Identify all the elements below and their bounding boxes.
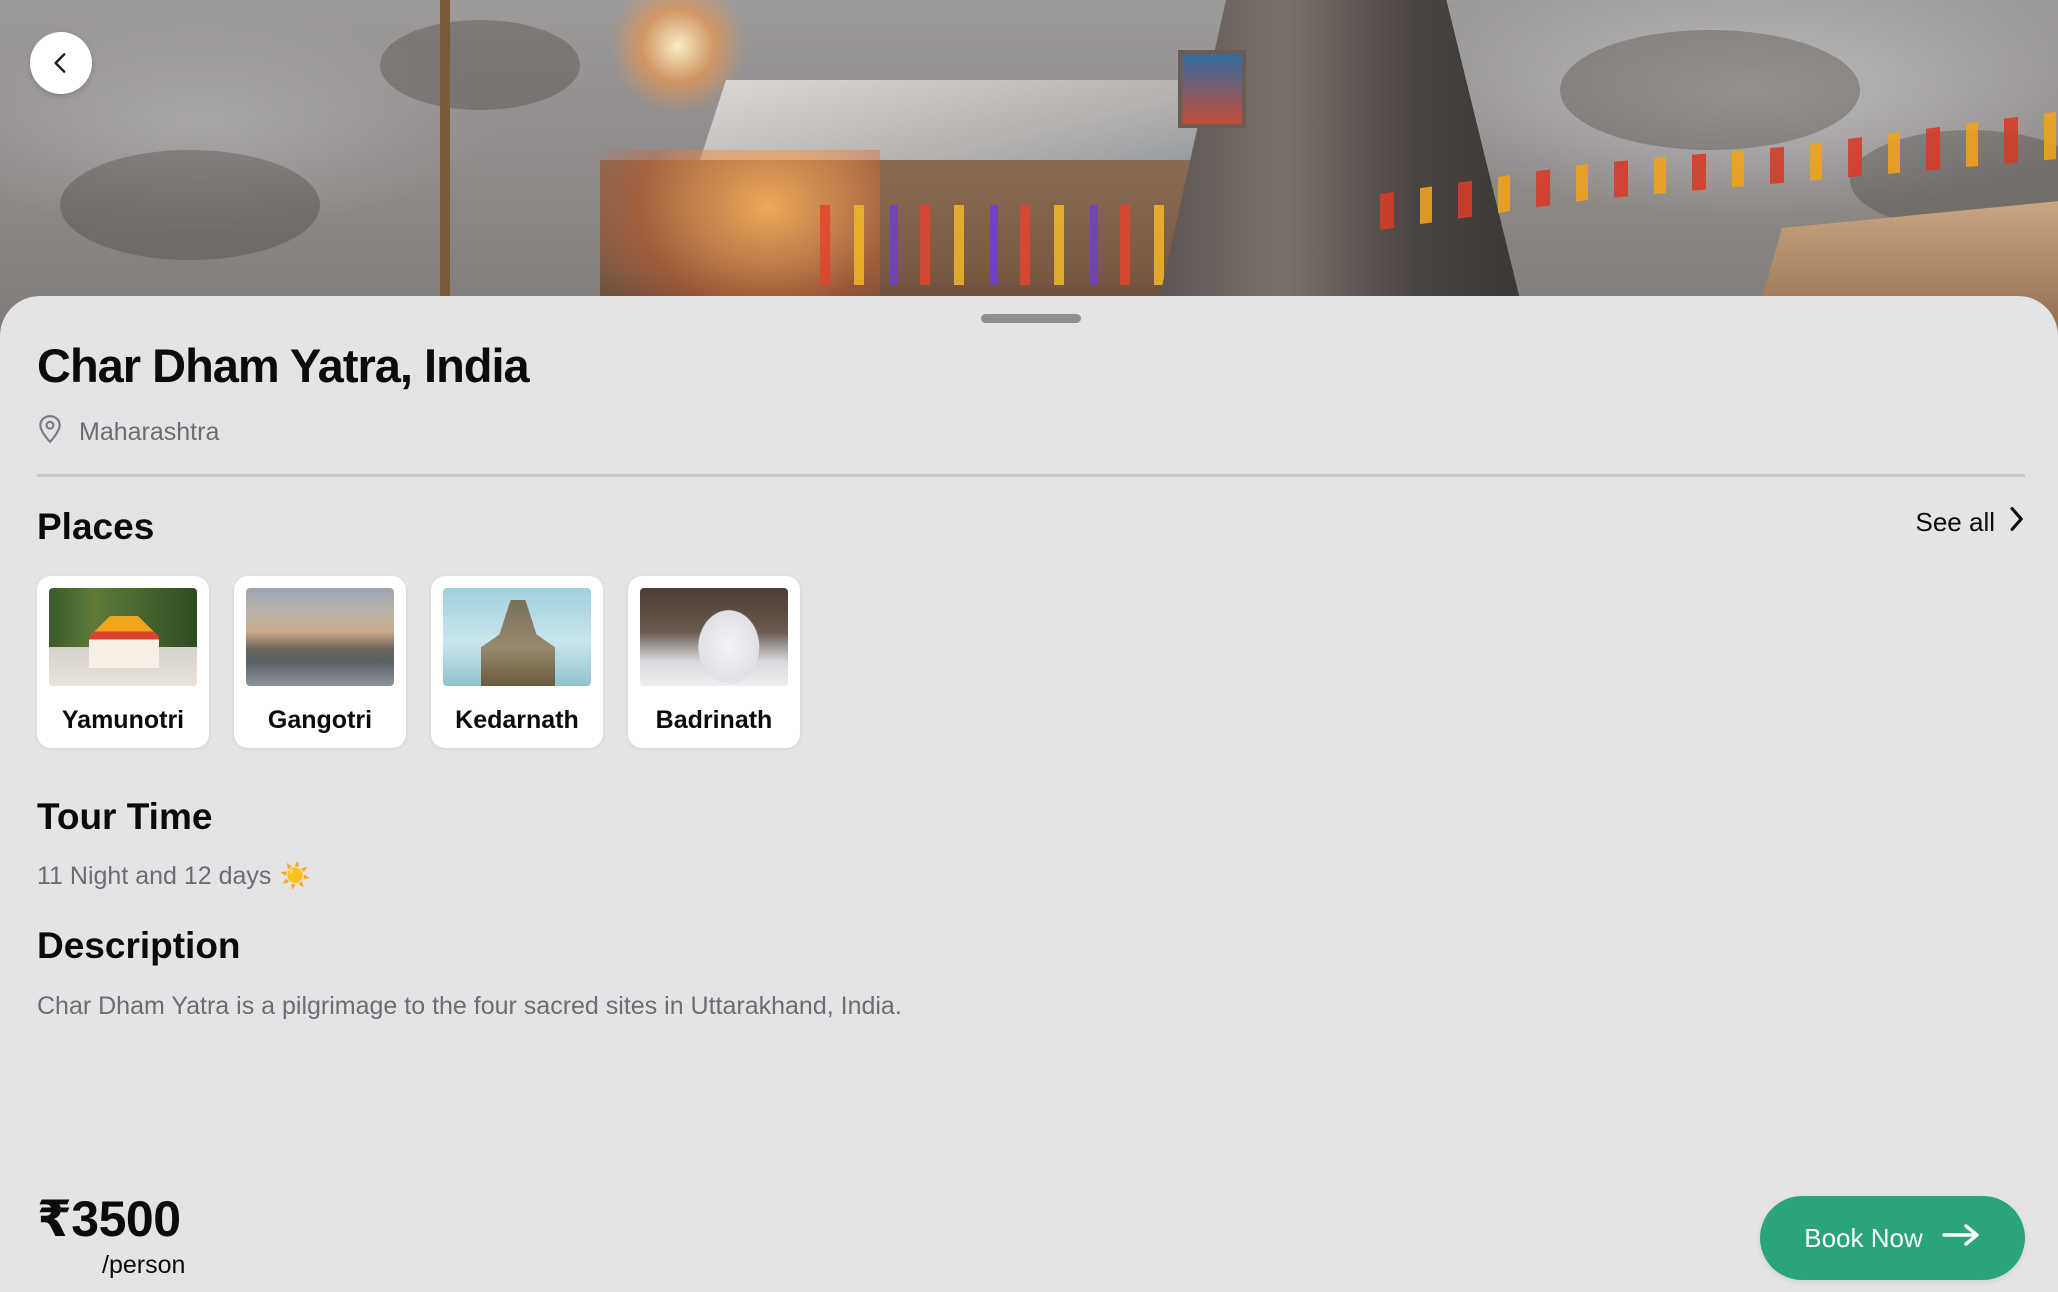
- place-name: Yamunotri: [61, 706, 185, 734]
- book-now-button[interactable]: Book Now: [1760, 1196, 2025, 1280]
- divider: [37, 474, 2025, 477]
- sun-icon: ☀️: [279, 862, 311, 890]
- chevron-left-icon: [48, 50, 74, 76]
- place-card-badrinath[interactable]: Badrinath: [628, 576, 800, 748]
- place-card-kedarnath[interactable]: Kedarnath: [431, 576, 603, 748]
- places-heading: Places: [37, 506, 155, 547]
- see-all-label: See all: [1915, 507, 1996, 537]
- tour-time-value: 11 Night and 12 days: [37, 862, 272, 890]
- place-card-gangotri[interactable]: Gangotri: [234, 576, 406, 748]
- place-card-yamunotri[interactable]: Yamunotri: [37, 576, 209, 748]
- book-now-label: Book Now: [1804, 1222, 1923, 1253]
- place-image: [443, 588, 591, 686]
- place-image: [246, 588, 394, 686]
- see-all-link[interactable]: See all: [1916, 506, 2026, 539]
- sheet-drag-handle[interactable]: [981, 314, 1081, 323]
- place-image: [49, 588, 197, 686]
- chevron-right-icon: [2007, 506, 2025, 539]
- price-unit: /person: [102, 1251, 186, 1279]
- places-list: Yamunotri Gangotri Kedarnath Badrinath: [37, 576, 800, 748]
- location-label: Maharashtra: [79, 418, 220, 446]
- place-image: [640, 588, 788, 686]
- place-name: Badrinath: [655, 706, 773, 734]
- trip-location: Maharashtra: [37, 414, 219, 451]
- details-sheet: Char Dham Yatra, India Maharashtra Place…: [0, 296, 2058, 1292]
- hero-image: [0, 0, 2058, 340]
- description-heading: Description: [37, 925, 241, 966]
- description-text: Char Dham Yatra is a pilgrimage to the f…: [37, 992, 902, 1020]
- place-name: Kedarnath: [455, 706, 579, 734]
- trip-title: Char Dham Yatra, India: [37, 339, 530, 392]
- tour-time: 11 Night and 12 days ☀️: [37, 862, 311, 891]
- tour-time-heading: Tour Time: [37, 796, 213, 837]
- trip-detail-screen: Char Dham Yatra, India Maharashtra Place…: [0, 0, 2058, 1292]
- price-amount: ₹3500: [37, 1191, 181, 1247]
- place-name: Gangotri: [267, 706, 373, 734]
- back-button[interactable]: [30, 32, 92, 94]
- arrow-right-icon: [1941, 1223, 1981, 1254]
- map-pin-icon: [37, 414, 63, 451]
